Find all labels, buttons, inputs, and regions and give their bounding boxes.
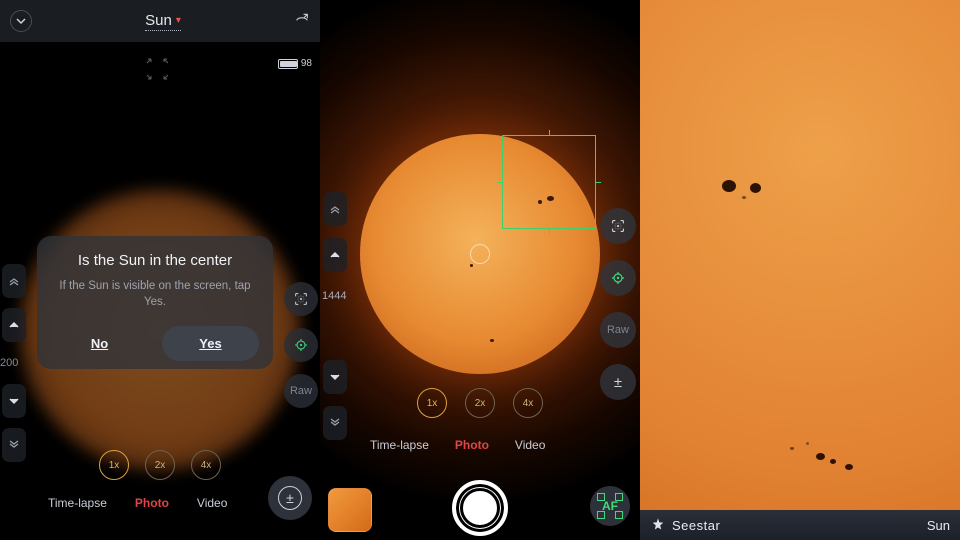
center-sun-dialog: Is the Sun in the center If the Sun is v… xyxy=(37,236,273,369)
sunspot xyxy=(750,183,761,193)
zoom-selector: 1x 2x 4x xyxy=(417,388,543,418)
exposure-controls-up xyxy=(323,192,347,272)
exposure-fast-up-button[interactable] xyxy=(323,192,347,226)
zoom-4x[interactable]: 4x xyxy=(513,388,543,418)
exposure-down-button[interactable] xyxy=(323,360,347,394)
sunspot xyxy=(490,339,494,342)
dialog-title: Is the Sun in the center xyxy=(78,252,232,269)
mode-video[interactable]: Video xyxy=(515,438,545,452)
watermark-bar: Seestar Sun xyxy=(640,510,960,540)
dialog-body: If the Sun is visible on the screen, tap… xyxy=(51,279,259,310)
watermark-target: Sun xyxy=(927,518,950,533)
enhance-button[interactable] xyxy=(600,208,636,244)
center-reticle-icon xyxy=(470,244,490,264)
sparkle-focus-icon xyxy=(610,218,626,234)
mode-photo[interactable]: Photo xyxy=(455,438,489,452)
gallery-thumbnail[interactable] xyxy=(328,488,372,532)
tracking-button[interactable] xyxy=(600,260,636,296)
sunspot xyxy=(806,442,809,445)
crosshair-icon xyxy=(610,270,626,286)
exposure-value: 1444 xyxy=(322,290,346,302)
shutter-button[interactable] xyxy=(452,480,508,536)
focus-region-frame[interactable] xyxy=(502,135,596,229)
capture-mode-selector: Time-lapse Photo Video xyxy=(370,438,545,452)
dialog-yes-button[interactable]: Yes xyxy=(162,326,259,361)
sunspot xyxy=(742,196,746,199)
right-tool-column: Raw ± xyxy=(600,208,636,400)
screenshot-left: Sun ▾ 98 200 xyxy=(0,0,320,540)
zoom-1x[interactable]: 1x xyxy=(417,388,447,418)
star-icon xyxy=(650,517,666,533)
autofocus-button[interactable]: AF xyxy=(590,486,630,526)
exposure-fast-down-button[interactable] xyxy=(323,406,347,440)
brand-label: Seestar xyxy=(650,517,720,533)
screenshot-right: Seestar Sun xyxy=(640,0,960,540)
raw-toggle-button[interactable]: Raw xyxy=(600,312,636,348)
sunspot xyxy=(790,447,794,450)
plus-minus-icon: ± xyxy=(614,374,622,391)
sunspot xyxy=(830,459,836,464)
exposure-controls-down xyxy=(323,360,347,440)
sun-closeup xyxy=(640,0,960,540)
exposure-up-button[interactable] xyxy=(323,238,347,272)
dialog-no-button[interactable]: No xyxy=(51,326,148,361)
zoom-2x[interactable]: 2x xyxy=(465,388,495,418)
mode-timelapse[interactable]: Time-lapse xyxy=(370,438,429,452)
sunspot xyxy=(845,464,853,470)
sunspot xyxy=(722,180,736,192)
sunspot xyxy=(816,453,825,460)
sunspot xyxy=(470,264,473,267)
screenshot-middle: 1444 Raw ± 1x 2x 4x xyxy=(320,0,640,540)
adjust-button[interactable]: ± xyxy=(600,364,636,400)
